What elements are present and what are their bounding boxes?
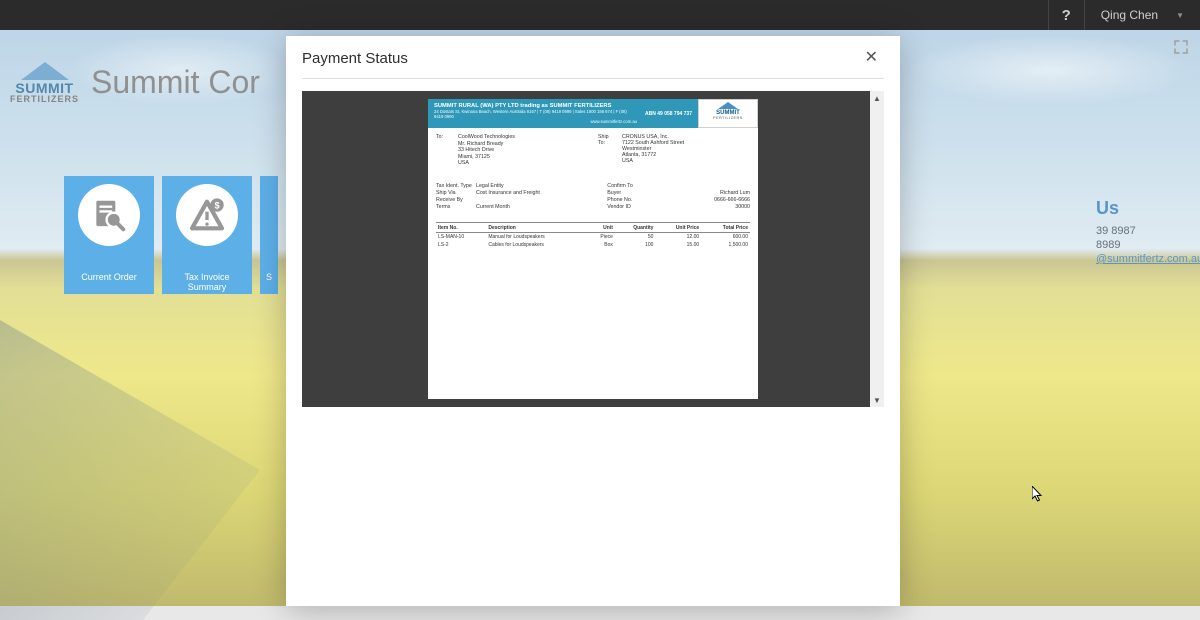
help-button[interactable]: ? (1048, 0, 1084, 30)
doc-banner-abn: ABN 49 058 794 737 (645, 111, 692, 117)
document-viewer: SUMMIT RURAL (WA) PTY LTD trading as SUM… (302, 91, 884, 407)
doc-meta: Tax Ident. TypeLegal Entity Ship ViaCost… (428, 169, 758, 216)
scroll-up-icon[interactable]: ▲ (870, 91, 884, 105)
doc-logo: SUMMIT FERTILIZERS (698, 99, 758, 128)
table-row: LS-MAN-10 Manual for Loudspeakers Piece … (436, 233, 750, 242)
doc-banner: SUMMIT RURAL (WA) PTY LTD trading as SUM… (428, 99, 698, 128)
user-menu[interactable]: Qing Chen ▼ (1084, 0, 1200, 30)
doc-shipto-block: Ship To: CRONUS USA, Inc. 7122 South Ash… (598, 134, 750, 167)
table-row: LS-2 Cables for Loudspeakers Box 100 15.… (436, 241, 750, 249)
divider (302, 78, 884, 79)
doc-line-items-table: Item No. Description Unit Quantity Unit … (436, 222, 750, 249)
document-page: SUMMIT RURAL (WA) PTY LTD trading as SUM… (428, 99, 758, 399)
modal-title: Payment Status (302, 50, 408, 67)
scroll-down-icon[interactable]: ▼ (870, 393, 884, 407)
payment-status-modal: Payment Status ✕ SUMMIT RURAL (WA) PTY L… (286, 36, 900, 606)
scrollbar[interactable]: ▲ ▼ (870, 91, 884, 407)
app-header: ? Qing Chen ▼ (0, 0, 1200, 30)
doc-banner-website: www.summitfertz.com.au (434, 119, 637, 124)
modal-header: Payment Status ✕ (286, 36, 900, 78)
doc-banner-sub: 24 Dostats St, Kwinana Beach, Western Au… (434, 109, 637, 119)
chevron-down-icon: ▼ (1176, 11, 1184, 20)
close-icon[interactable]: ✕ (859, 48, 884, 68)
doc-to-block: To: CoolWood Technologies Mr. Richard Br… (436, 134, 588, 167)
modal-body: SUMMIT RURAL (WA) PTY LTD trading as SUM… (286, 91, 900, 606)
doc-addresses: To: CoolWood Technologies Mr. Richard Br… (428, 128, 758, 169)
user-name-label: Qing Chen (1101, 8, 1158, 22)
